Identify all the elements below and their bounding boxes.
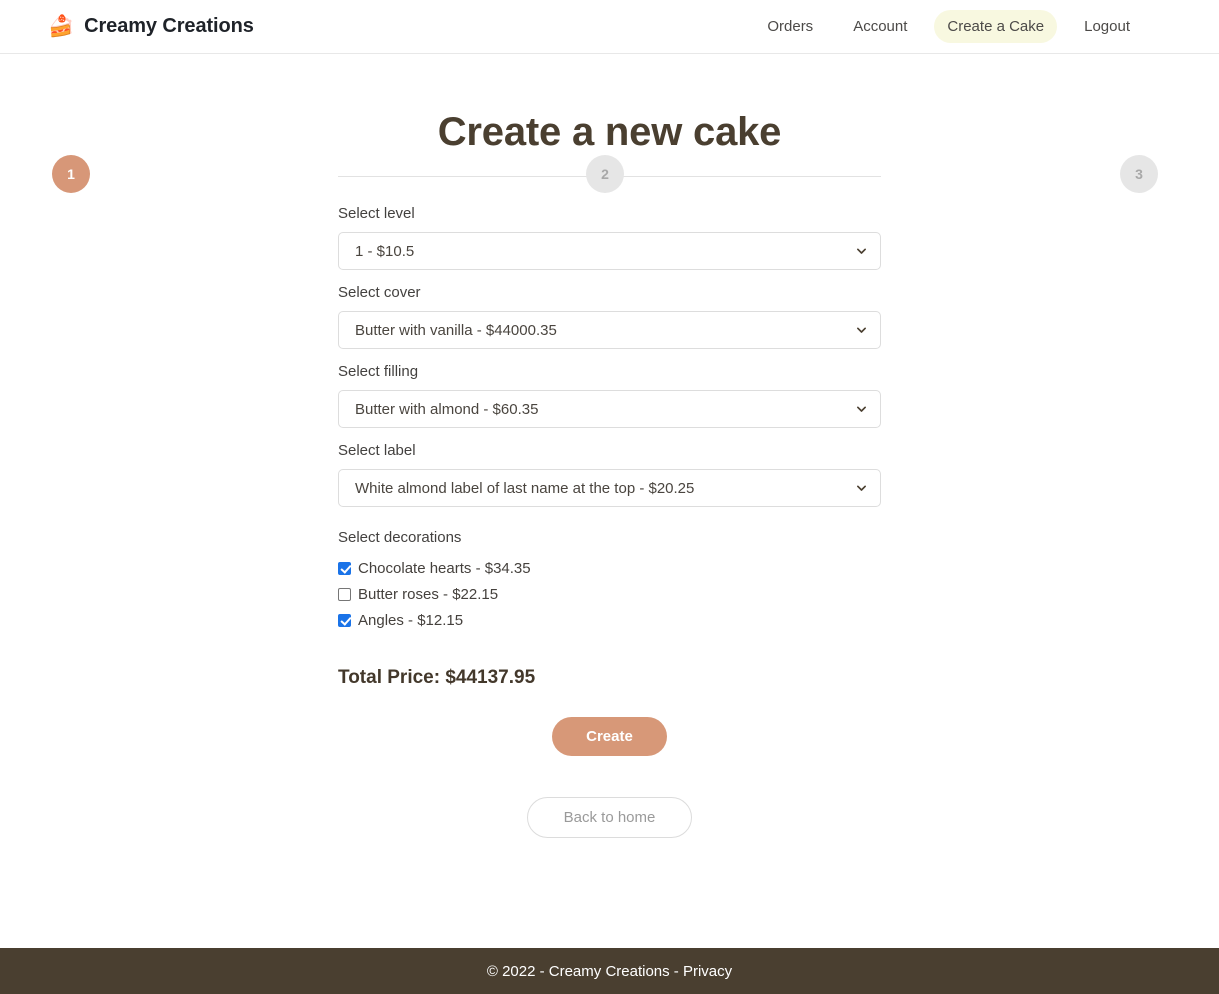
- checkbox-chocolate-hearts[interactable]: [338, 561, 351, 575]
- field-level: Select level 1 - $10.5: [338, 205, 881, 270]
- page-title: Create a new cake: [437, 110, 782, 154]
- nav-item-account[interactable]: Account: [840, 10, 920, 43]
- chevron-down-icon: [856, 404, 867, 415]
- site-header: 🍰 Creamy Creations Orders Account Create…: [0, 0, 1219, 54]
- decoration-label-butter-roses[interactable]: Butter roses - $22.15: [358, 586, 498, 603]
- select-cover[interactable]: Butter with vanilla - $44000.35: [338, 311, 881, 349]
- field-filling: Select filling Butter with almond - $60.…: [338, 363, 881, 428]
- decoration-row-chocolate-hearts: Chocolate hearts - $34.35: [338, 555, 881, 581]
- field-label: Select label White almond label of last …: [338, 442, 881, 507]
- nav-item-create-a-cake[interactable]: Create a Cake: [934, 10, 1058, 43]
- chevron-down-icon: [856, 325, 867, 336]
- step-indicator-2[interactable]: 2: [586, 155, 624, 193]
- select-label[interactable]: White almond label of last name at the t…: [338, 469, 881, 507]
- decoration-row-butter-roses: Butter roses - $22.15: [338, 581, 881, 607]
- checkbox-angles[interactable]: [338, 613, 351, 627]
- cake-slice-icon: 🍰: [48, 15, 75, 38]
- form-actions: Create Back to home: [338, 689, 881, 838]
- nav-item-orders[interactable]: Orders: [754, 10, 826, 43]
- footer-copyright: © 2022 - Creamy Creations - Privacy: [487, 963, 732, 980]
- cake-form: Select level 1 - $10.5 Select cover Butt…: [338, 155, 881, 838]
- footer-privacy-link[interactable]: Privacy: [683, 963, 732, 980]
- select-level-value: 1 - $10.5: [355, 242, 415, 260]
- main-navigation: Orders Account Create a Cake Logout: [754, 10, 1143, 43]
- nav-item-logout[interactable]: Logout: [1071, 10, 1143, 43]
- field-label-decorations: Select decorations: [338, 529, 462, 546]
- checkbox-butter-roses[interactable]: [338, 587, 351, 601]
- brand-logo[interactable]: 🍰 Creamy Creations: [48, 15, 254, 38]
- brand-name: Creamy Creations: [84, 15, 254, 37]
- chevron-down-icon: [856, 483, 867, 494]
- chevron-down-icon: [856, 246, 867, 257]
- decoration-label-angles[interactable]: Angles - $12.15: [358, 612, 463, 629]
- decoration-row-angles: Angles - $12.15: [338, 607, 881, 633]
- step-indicator-3[interactable]: 3: [1120, 155, 1158, 193]
- total-price: Total Price: $44137.95: [338, 667, 536, 688]
- field-label-level: Select level: [338, 205, 415, 222]
- decoration-label-chocolate-hearts[interactable]: Chocolate hearts - $34.35: [358, 560, 531, 577]
- select-level[interactable]: 1 - $10.5: [338, 232, 881, 270]
- footer-copyright-text: © 2022 - Creamy Creations -: [486, 962, 683, 980]
- back-to-home-button[interactable]: Back to home: [526, 797, 693, 838]
- field-cover: Select cover Butter with vanilla - $4400…: [338, 284, 881, 349]
- select-filling[interactable]: Butter with almond - $60.35: [338, 390, 881, 428]
- field-label-cover: Select cover: [338, 284, 421, 301]
- select-cover-value: Butter with vanilla - $44000.35: [355, 321, 557, 339]
- step-indicator-1[interactable]: 1: [52, 155, 90, 193]
- create-button[interactable]: Create: [552, 717, 667, 756]
- field-label-label: Select label: [338, 442, 416, 459]
- select-filling-value: Butter with almond - $60.35: [355, 400, 539, 418]
- field-label-filling: Select filling: [338, 363, 419, 380]
- select-label-value: White almond label of last name at the t…: [355, 479, 695, 497]
- site-footer: © 2022 - Creamy Creations - Privacy: [0, 948, 1219, 994]
